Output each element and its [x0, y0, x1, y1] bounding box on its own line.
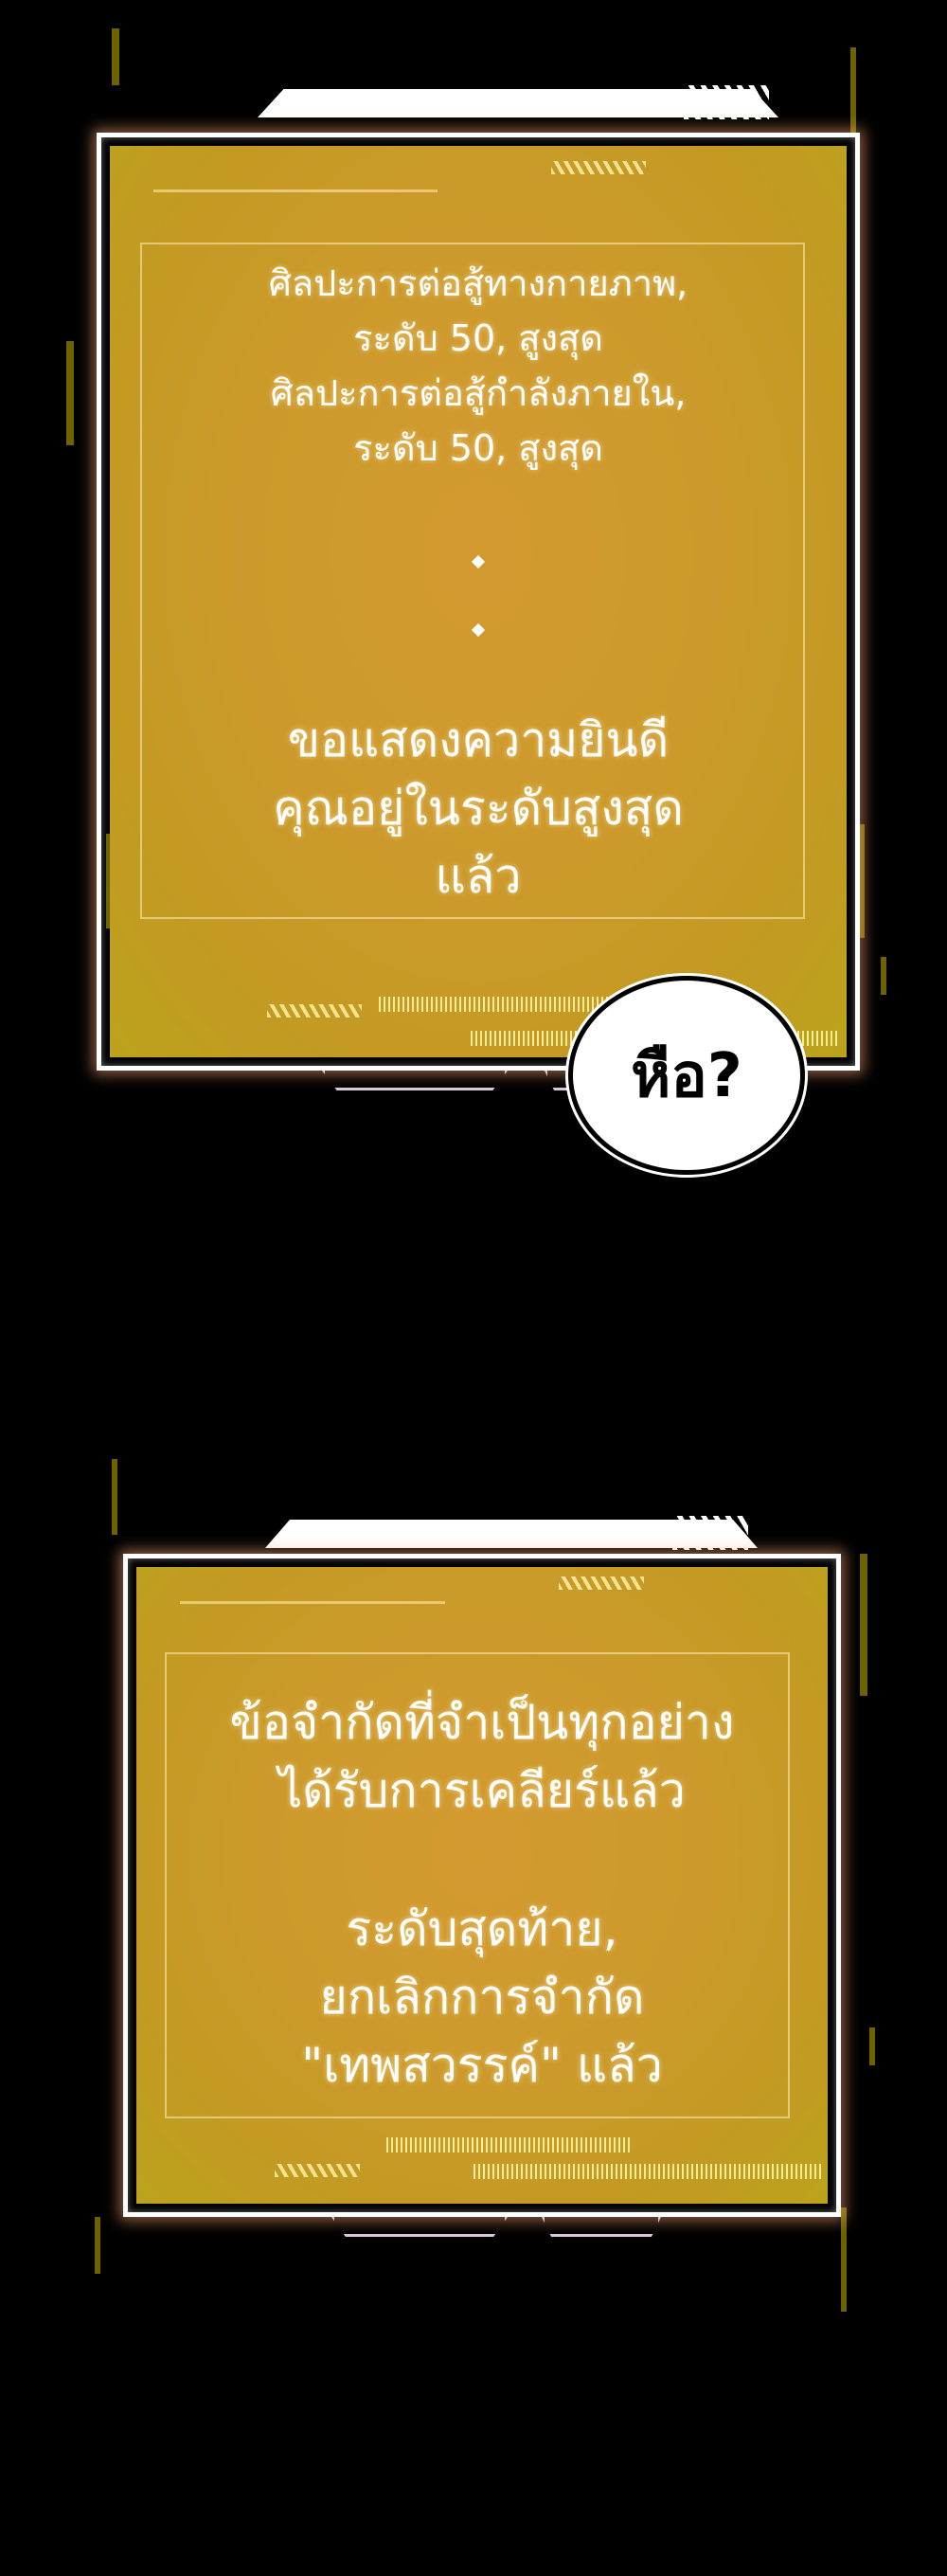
- congrats-line: ขอแสดงความยินดี: [287, 712, 670, 767]
- window-stripe-decoration: [672, 1516, 748, 1550]
- window-bottom-tab: [322, 1071, 508, 1090]
- glitch-bar: [112, 28, 119, 85]
- glitch-bar: [841, 2207, 847, 2312]
- limits-line: ข้อจำกัดที่จำเป็นทุกอย่าง: [229, 1695, 735, 1750]
- window-bottom-tab: [542, 2217, 661, 2237]
- status-window-2: ข้อจำกัดที่จำเป็นทุกอย่าง ได้รับการเคลีย…: [123, 1516, 841, 2217]
- glitch-bar: [860, 1554, 867, 1696]
- glitch-bar: [881, 957, 886, 995]
- status-message-stats: ศิลปะการต่อสู้ทางกายภาพ, ระดับ 50, สูงสุ…: [97, 256, 860, 476]
- status-line: ศิลปะการต่อสู้กำลังภายใน,: [270, 372, 687, 414]
- status-message-limits: ข้อจำกัดที่จำเป็นทุกอย่าง ได้รับการเคลีย…: [123, 1688, 841, 1825]
- speech-bubble-text: หือ?: [631, 1041, 742, 1111]
- status-window-1: ศิลปะการต่อสู้ทางกายภาพ, ระดับ 50, สูงสุ…: [97, 85, 860, 1071]
- window-chevron-decoration: [551, 161, 646, 174]
- window-barcode-decoration: [386, 2137, 633, 2153]
- window-bottom-tab: [331, 2217, 508, 2237]
- glitch-bar: [850, 47, 856, 133]
- window-stripe-decoration: [684, 85, 769, 119]
- speech-bubble: หือ?: [568, 976, 805, 1175]
- glitch-bar: [95, 2217, 100, 2274]
- status-line: ศิลปะการต่อสู้ทางกายภาพ,: [268, 262, 688, 304]
- status-line: ระดับ 50, สูงสุด: [353, 317, 603, 359]
- final-level-line: ระดับสุดท้าย,: [346, 1901, 618, 1956]
- limits-line: ได้รับการเคลียร์แล้ว: [278, 1763, 686, 1818]
- glitch-bar: [869, 2027, 875, 2065]
- glitch-bar: [112, 1459, 117, 1535]
- final-level-line: ยกเลิกการจำกัด: [319, 1970, 645, 2025]
- window-line-decoration: [153, 189, 438, 192]
- window-chevron-decoration: [275, 2164, 360, 2177]
- window-barcode-decoration: [474, 2164, 824, 2179]
- glitch-bar: [66, 341, 74, 445]
- window-line-decoration: [180, 1601, 445, 1604]
- status-message-congrats: ขอแสดงความยินดี คุณอยู่ในระดับสูงสุด แล้…: [97, 706, 860, 910]
- status-line: ระดับ 50, สูงสุด: [353, 427, 603, 469]
- congrats-line: คุณอยู่ในระดับสูงสุด: [273, 781, 684, 836]
- status-message-final-level: ระดับสุดท้าย, ยกเลิกการจำกัด "เทพสวรรค์"…: [123, 1895, 841, 2099]
- final-level-line: "เทพสวรรค์" แล้ว: [301, 2038, 663, 2093]
- congrats-line: แล้ว: [435, 849, 522, 904]
- window-chevron-decoration: [267, 1004, 362, 1018]
- window-chevron-decoration: [559, 1576, 644, 1590]
